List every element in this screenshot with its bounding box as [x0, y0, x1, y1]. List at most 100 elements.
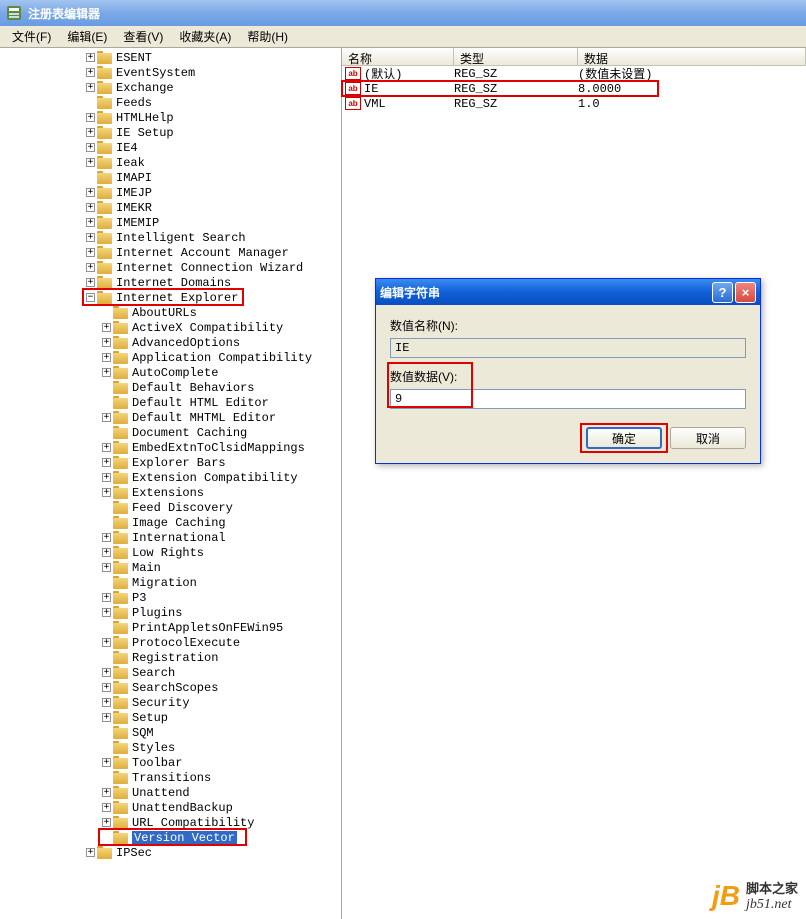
tree-item[interactable]: +IE Setup [6, 125, 341, 140]
dialog-close-button[interactable]: × [735, 282, 756, 303]
tree-item[interactable]: +Internet Domains [6, 275, 341, 290]
tree-item[interactable]: +Setup [6, 710, 341, 725]
menu-edit[interactable]: 编辑(E) [59, 26, 115, 47]
tree-item[interactable]: Feeds [6, 95, 341, 110]
tree-item[interactable]: −Internet Explorer [6, 290, 341, 305]
expand-icon[interactable]: + [86, 263, 95, 272]
tree-item[interactable]: +Search [6, 665, 341, 680]
expand-icon[interactable]: + [102, 593, 111, 602]
tree-item[interactable]: +ProtocolExecute [6, 635, 341, 650]
list-row[interactable]: abVMLREG_SZ1.0 [342, 96, 806, 111]
tree-item[interactable]: +AutoComplete [6, 365, 341, 380]
tree-item[interactable]: +Extensions [6, 485, 341, 500]
expand-icon[interactable]: + [102, 458, 111, 467]
expand-icon[interactable]: + [102, 353, 111, 362]
tree-item[interactable]: Migration [6, 575, 341, 590]
tree-item[interactable]: Image Caching [6, 515, 341, 530]
tree-item[interactable]: +IPSec [6, 845, 341, 860]
value-data-input[interactable] [390, 389, 746, 409]
cancel-button[interactable]: 取消 [670, 427, 746, 449]
expand-icon[interactable]: + [86, 53, 95, 62]
expand-icon[interactable]: + [102, 818, 111, 827]
tree-item[interactable]: Document Caching [6, 425, 341, 440]
expand-icon[interactable]: + [102, 713, 111, 722]
tree-pane[interactable]: +ESENT+EventSystem+ExchangeFeeds+HTMLHel… [0, 48, 342, 919]
expand-icon[interactable]: + [86, 158, 95, 167]
tree-item[interactable]: +Explorer Bars [6, 455, 341, 470]
tree-item[interactable]: +Intelligent Search [6, 230, 341, 245]
tree-item[interactable]: Default HTML Editor [6, 395, 341, 410]
tree-item[interactable]: Feed Discovery [6, 500, 341, 515]
ok-button[interactable]: 确定 [586, 427, 662, 449]
expand-icon[interactable]: + [86, 218, 95, 227]
expand-icon[interactable]: + [86, 113, 95, 122]
expand-icon[interactable]: + [102, 548, 111, 557]
expand-icon[interactable]: + [86, 83, 95, 92]
expand-icon[interactable]: + [86, 128, 95, 137]
tree-item[interactable]: +ActiveX Compatibility [6, 320, 341, 335]
menu-file[interactable]: 文件(F) [4, 26, 59, 47]
col-header-data[interactable]: 数据 [578, 48, 806, 65]
tree-item[interactable]: +IE4 [6, 140, 341, 155]
expand-icon[interactable]: + [102, 668, 111, 677]
expand-icon[interactable]: + [102, 473, 111, 482]
list-pane[interactable]: 名称 类型 数据 ab(默认)REG_SZ(数值未设置)abIEREG_SZ8.… [342, 48, 806, 919]
tree-item[interactable]: +Unattend [6, 785, 341, 800]
tree-item[interactable]: +Low Rights [6, 545, 341, 560]
tree-item[interactable]: Version Vector [6, 830, 341, 845]
tree-item[interactable]: +IMEKR [6, 200, 341, 215]
expand-icon[interactable]: + [86, 278, 95, 287]
expand-icon[interactable]: + [102, 698, 111, 707]
expand-icon[interactable]: + [86, 143, 95, 152]
list-row[interactable]: ab(默认)REG_SZ(数值未设置) [342, 66, 806, 81]
tree-item[interactable]: SQM [6, 725, 341, 740]
expand-icon[interactable]: + [86, 203, 95, 212]
menu-help[interactable]: 帮助(H) [239, 26, 296, 47]
col-header-type[interactable]: 类型 [454, 48, 578, 65]
menu-favorites[interactable]: 收藏夹(A) [171, 26, 239, 47]
tree-item[interactable]: AboutURLs [6, 305, 341, 320]
tree-item[interactable]: +Internet Account Manager [6, 245, 341, 260]
expand-icon[interactable]: + [102, 608, 111, 617]
tree-item[interactable]: +Default MHTML Editor [6, 410, 341, 425]
expand-icon[interactable]: + [102, 638, 111, 647]
tree-item[interactable]: +Application Compatibility [6, 350, 341, 365]
tree-item[interactable]: +SearchScopes [6, 680, 341, 695]
tree-item[interactable]: +IMEJP [6, 185, 341, 200]
expand-icon[interactable]: + [102, 488, 111, 497]
tree-item[interactable]: +Extension Compatibility [6, 470, 341, 485]
expand-icon[interactable]: + [86, 188, 95, 197]
dialog-titlebar[interactable]: 编辑字符串 ? × [376, 279, 760, 305]
tree-item[interactable]: +Internet Connection Wizard [6, 260, 341, 275]
tree-item[interactable]: +Toolbar [6, 755, 341, 770]
tree-item[interactable]: PrintAppletsOnFEWin95 [6, 620, 341, 635]
tree-item[interactable]: +Security [6, 695, 341, 710]
tree-item[interactable]: +Ieak [6, 155, 341, 170]
expand-icon[interactable]: + [102, 413, 111, 422]
tree-item[interactable]: +ESENT [6, 50, 341, 65]
tree-item[interactable]: +Main [6, 560, 341, 575]
expand-icon[interactable]: + [102, 803, 111, 812]
expand-icon[interactable]: + [86, 848, 95, 857]
expand-icon[interactable]: + [102, 758, 111, 767]
tree-item[interactable]: +P3 [6, 590, 341, 605]
expand-icon[interactable]: + [102, 563, 111, 572]
dialog-help-button[interactable]: ? [712, 282, 733, 303]
tree-item[interactable]: +EmbedExtnToClsidMappings [6, 440, 341, 455]
tree-item[interactable]: +URL Compatibility [6, 815, 341, 830]
expand-icon[interactable]: + [102, 338, 111, 347]
tree-item[interactable]: Registration [6, 650, 341, 665]
tree-item[interactable]: +AdvancedOptions [6, 335, 341, 350]
tree-item[interactable]: +Exchange [6, 80, 341, 95]
tree-item[interactable]: +IMEMIP [6, 215, 341, 230]
list-row[interactable]: abIEREG_SZ8.0000 [342, 81, 806, 96]
tree-item[interactable]: Default Behaviors [6, 380, 341, 395]
expand-icon[interactable]: + [86, 233, 95, 242]
expand-icon[interactable]: + [102, 443, 111, 452]
expand-icon[interactable]: + [86, 248, 95, 257]
tree-item[interactable]: Styles [6, 740, 341, 755]
col-header-name[interactable]: 名称 [342, 48, 454, 65]
expand-icon[interactable]: + [102, 323, 111, 332]
tree-item[interactable]: Transitions [6, 770, 341, 785]
collapse-icon[interactable]: − [86, 293, 95, 302]
